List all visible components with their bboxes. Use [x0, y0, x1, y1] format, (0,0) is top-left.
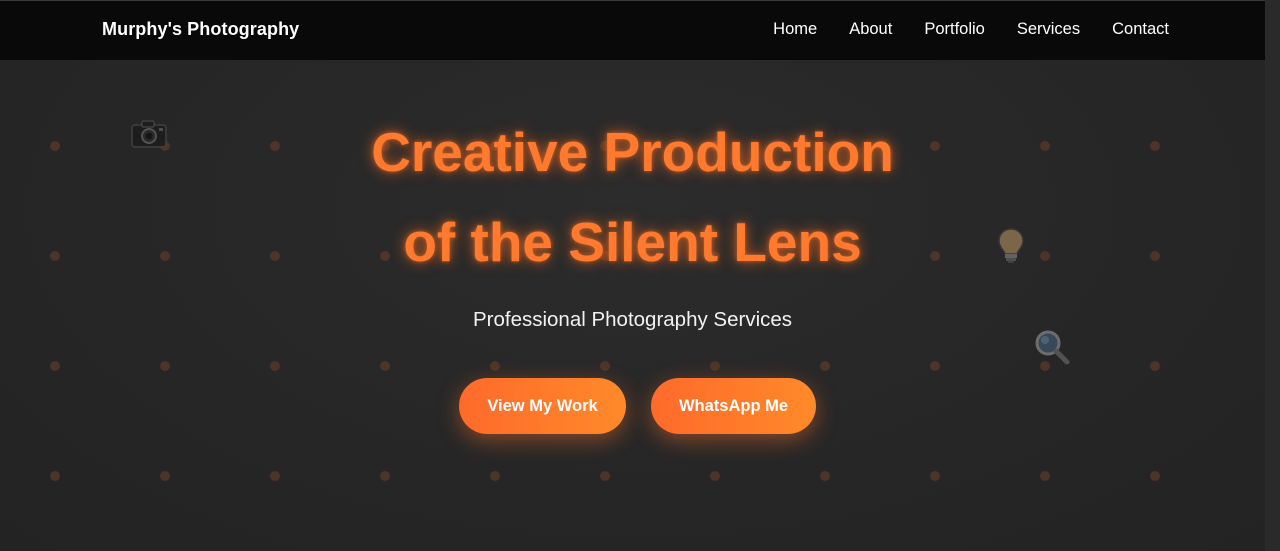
navbar: Murphy's Photography Home About Portfoli… — [0, 0, 1265, 60]
background-dot — [710, 361, 720, 371]
background-dot — [270, 361, 280, 371]
nav-link-home[interactable]: Home — [773, 20, 817, 39]
hero-title: Creative Production of the Silent Lens — [0, 107, 1265, 287]
background-dot — [930, 361, 940, 371]
nav-link-services[interactable]: Services — [1017, 20, 1080, 39]
background-dot — [1150, 361, 1160, 371]
background-dot — [820, 361, 830, 371]
background-dot — [490, 361, 500, 371]
background-dot — [270, 471, 280, 481]
nav-link-portfolio[interactable]: Portfolio — [924, 20, 985, 39]
background-dot — [490, 471, 500, 481]
background-dot — [710, 471, 720, 481]
nav-link-contact[interactable]: Contact — [1112, 20, 1169, 39]
background-dot — [380, 471, 390, 481]
hero-buttons: View My Work WhatsApp Me — [0, 378, 1265, 434]
nav-links: Home About Portfolio Services Contact — [773, 20, 1169, 39]
hero-subtitle: Professional Photography Services — [472, 308, 793, 331]
hero-title-line-1: Creative Production — [371, 121, 894, 183]
hero-title-line-2: of the Silent Lens — [403, 211, 862, 273]
background-dot — [600, 361, 610, 371]
background-dot — [820, 471, 830, 481]
view-work-button[interactable]: View My Work — [459, 378, 626, 434]
nav-link-about[interactable]: About — [849, 20, 892, 39]
brand-logo[interactable]: Murphy's Photography — [102, 19, 299, 40]
background-dot — [160, 361, 170, 371]
background-dot — [1150, 471, 1160, 481]
background-dot — [160, 471, 170, 481]
hero-section: Creative Production of the Silent Lens P… — [0, 60, 1265, 551]
background-dot — [50, 361, 60, 371]
background-dot — [50, 471, 60, 481]
page: Murphy's Photography Home About Portfoli… — [0, 0, 1265, 551]
background-dot — [380, 361, 390, 371]
whatsapp-button[interactable]: WhatsApp Me — [651, 378, 816, 434]
background-dot — [930, 471, 940, 481]
background-dot — [600, 471, 610, 481]
magnifier-icon — [1035, 330, 1070, 365]
background-dot — [1040, 471, 1050, 481]
